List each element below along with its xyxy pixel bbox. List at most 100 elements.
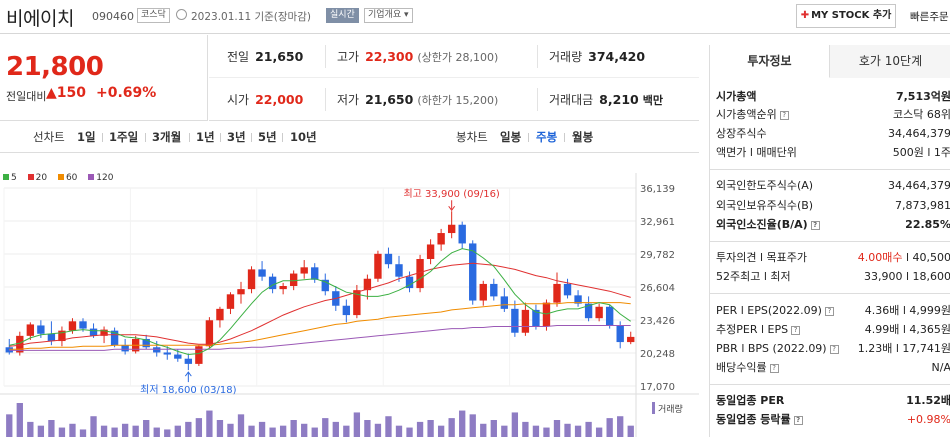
stock-code: 090460	[92, 10, 134, 23]
candle-body	[395, 264, 403, 277]
industry-rate-row: 동일업종 등락률? +0.98%	[716, 413, 950, 426]
price-change-percent: +0.69%	[96, 85, 157, 101]
ma5-line	[9, 248, 631, 356]
high-price: 고가 22,300 (상한가 28,100)	[337, 49, 499, 64]
y-tick-label: 32,961	[640, 217, 675, 228]
dividend-row: 배당수익률? N/A	[716, 361, 950, 374]
candle-body	[521, 309, 530, 333]
volume-bar	[79, 429, 87, 437]
industry-per-row: 동일업종 PER 11.52배	[716, 394, 950, 407]
candle-body	[279, 286, 287, 290]
volume-bar	[216, 420, 224, 437]
volume-bar	[448, 418, 455, 437]
candle-body	[205, 320, 214, 347]
period-1y[interactable]: 1년	[196, 121, 215, 153]
candle-body	[289, 273, 298, 287]
candle-body	[89, 328, 98, 336]
period-10y[interactable]: 10년	[290, 121, 317, 153]
volume-bar	[258, 421, 266, 437]
volume-bar	[69, 423, 76, 437]
volume-bar	[100, 425, 108, 437]
candle-body	[121, 345, 129, 352]
quick-order-link[interactable]: 빠른주문	[910, 9, 949, 24]
volume-bar	[195, 418, 203, 437]
candle-weekly[interactable]: 주봉	[536, 121, 557, 153]
chart-toolbar: 선차트 1일 1주일 3개월 1년 3년 5년 10년 봉차트 일봉 주봉 월봉	[0, 121, 699, 153]
volume-bar	[606, 418, 613, 437]
candle-body	[542, 302, 551, 327]
foreign-hold-row: 외국인보유주식수(B) 7,873,981	[716, 199, 950, 212]
period-3m[interactable]: 3개월	[152, 121, 181, 153]
period-5y[interactable]: 5년	[258, 121, 277, 153]
volume-bar	[459, 410, 466, 437]
volume-bar	[353, 412, 361, 437]
market-cap-row: 시가총액 7,513억원	[716, 90, 950, 103]
volume-bar	[6, 414, 13, 437]
change-label: 전일대비	[6, 90, 47, 103]
company-overview-dropdown[interactable]: 기업개요 ▾	[364, 8, 413, 23]
candle-body	[216, 308, 224, 321]
candle-body	[311, 267, 319, 280]
volume-bar	[469, 414, 476, 437]
volume-bar	[574, 425, 582, 437]
realtime-button[interactable]: 실시간	[326, 8, 359, 23]
volume: 거래량 374,420	[549, 49, 646, 64]
opinion-row: 투자의견 l 목표주가 4.00매수 l 40,500	[716, 251, 950, 264]
foreign-ratio-row: 외국인소진율(B/A)? 22.85%	[716, 218, 950, 231]
y-tick-label: 20,248	[640, 349, 675, 360]
volume-bar	[111, 427, 118, 437]
period-1w[interactable]: 1주일	[109, 121, 138, 153]
volume-bar	[480, 423, 487, 437]
candle-body	[616, 325, 624, 343]
candle-body	[300, 267, 308, 274]
candle-body	[184, 358, 193, 364]
volume-bar	[416, 421, 424, 437]
price-stats: 전일 21,650 고가 22,300 (상한가 28,100) 거래량 374,420…	[209, 35, 699, 121]
candle-body	[174, 354, 182, 359]
max-price-label: 최고 33,900 (09/16)	[403, 188, 499, 200]
period-3y[interactable]: 3년	[227, 121, 246, 153]
volume-bar	[406, 427, 413, 437]
candle-body	[79, 321, 87, 329]
tab-invest-info[interactable]: 투자정보	[710, 45, 830, 78]
clock-icon	[176, 9, 187, 20]
help-icon: ?	[824, 307, 834, 316]
plus-icon: ✚	[800, 10, 810, 21]
mystock-add-button[interactable]: ✚ MY STOCK 추가	[796, 4, 896, 28]
help-icon: ?	[793, 416, 803, 425]
y-tick-label: 29,782	[640, 250, 675, 261]
volume-bar	[522, 421, 529, 437]
volume-bar	[543, 427, 550, 437]
candle-body	[374, 253, 382, 279]
volume-bar	[58, 427, 66, 437]
line-chart-label: 선차트	[33, 130, 65, 144]
volume-bar	[332, 421, 339, 437]
volume-bar	[532, 425, 540, 437]
candle-body	[163, 352, 171, 355]
invest-info-panel: 투자정보 호가 10단계 시가총액 7,513억원 시가총액순위? 코스닥 68위 …	[709, 45, 950, 437]
est-per-row: 추정PER l EPS? 4.99배 l 4,365원	[716, 323, 950, 336]
volume-bar	[153, 427, 160, 437]
candle-body	[479, 283, 487, 301]
y-tick-label: 23,426	[640, 316, 675, 327]
volume-bar	[37, 425, 45, 437]
help-icon: ?	[791, 326, 801, 335]
candle-body	[490, 283, 498, 297]
volume-bar	[164, 429, 171, 437]
help-icon: ?	[829, 345, 839, 354]
volume-bar	[206, 410, 213, 437]
period-1d[interactable]: 1일	[77, 121, 96, 153]
candle-daily[interactable]: 일봉	[500, 121, 521, 153]
candle-body	[627, 336, 635, 343]
volume-bar	[143, 420, 150, 437]
tab-quote-10[interactable]: 호가 10단계	[830, 45, 950, 78]
candle-body	[68, 321, 77, 331]
volume-bar	[595, 427, 603, 437]
quote-date: 2023.01.11 기준(장마감)	[191, 11, 311, 23]
candle-monthly[interactable]: 월봉	[572, 121, 593, 153]
volume-bar	[311, 427, 318, 437]
volume-bar	[121, 423, 129, 437]
candle-body	[47, 333, 56, 342]
candle-body	[595, 306, 603, 319]
low-price: 저가 21,650 (하한가 15,200)	[337, 92, 499, 107]
